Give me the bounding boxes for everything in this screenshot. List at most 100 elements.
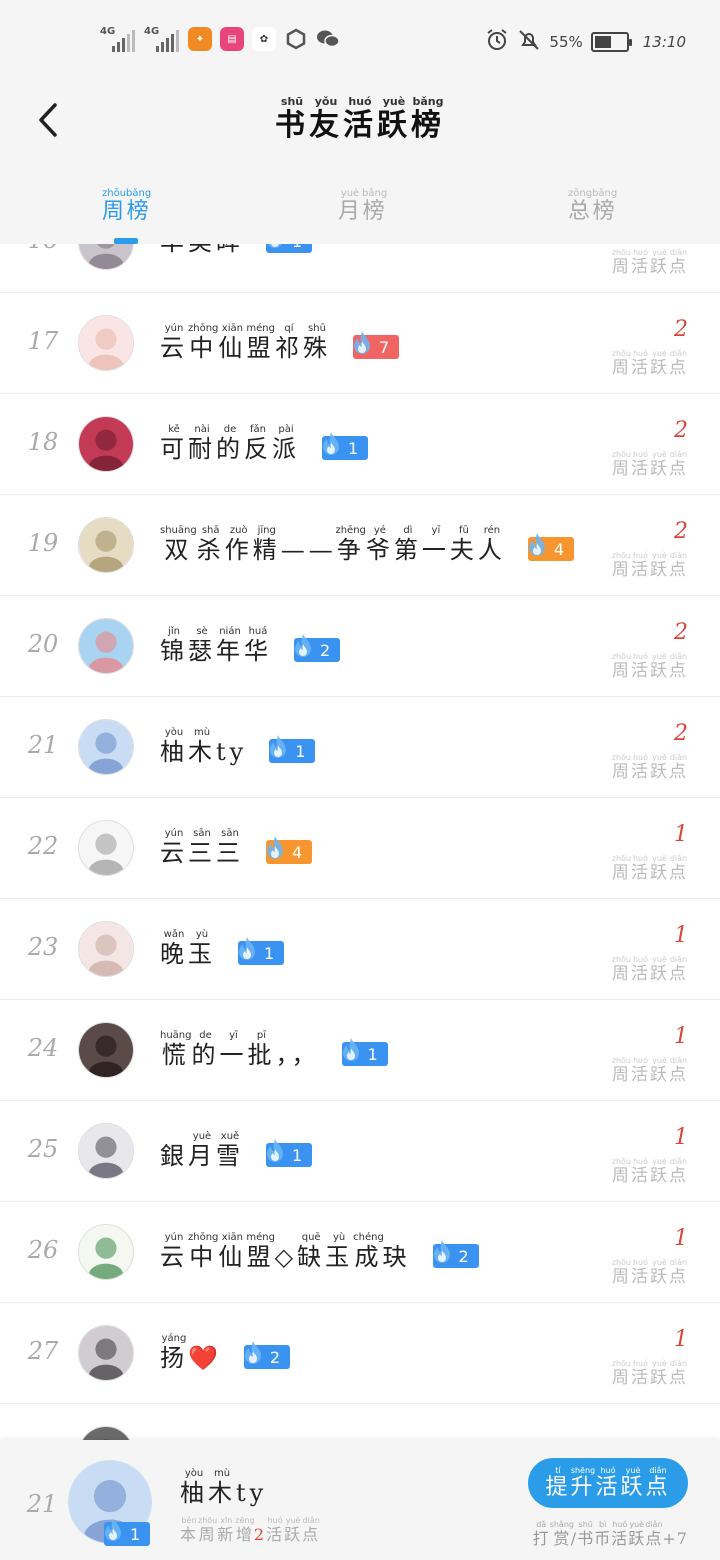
avatar[interactable] [78, 618, 134, 674]
user-name[interactable]: 云yún三sān三sān [160, 828, 244, 868]
list-item[interactable]: 20 锦jǐn瑟sè年nián华huá 2 2 周zhōu活huó跃yuè点diǎn [0, 596, 720, 697]
points-value: 1 [674, 822, 688, 847]
points-value: 1 [674, 1024, 688, 1049]
char: ， [275, 1041, 292, 1069]
char: 可kě [160, 424, 188, 463]
char: 夫fū [449, 525, 478, 564]
char: 盟méng [246, 323, 275, 362]
char: 书shū [577, 1520, 595, 1548]
char: 作zuò [224, 525, 253, 564]
user-info: 云yún中zhōng仙xiān盟méng◇缺quē玉yù成chéng玦 2 [160, 1232, 479, 1272]
user-name[interactable]: 云yún中zhōng仙xiān盟méng祁qí殊shū [160, 323, 331, 363]
list-item[interactable]: 25 銀月yuè雪xuě 1 1 周zhōu活huó跃yuè点diǎn [0, 1101, 720, 1202]
avatar[interactable] [78, 1224, 134, 1280]
rank-number: 23 [27, 933, 59, 961]
list-item[interactable]: 27 扬yáng❤️ 2 1 周zhōu活huó跃yuè点diǎn [0, 1303, 720, 1404]
tab-total[interactable]: 总zǒng榜bǎng [568, 188, 617, 225]
points-value: 2 [674, 519, 688, 544]
list-item[interactable]: 17 云yún中zhōng仙xiān盟méng祁qí殊shū 7 2 周zhōu活huó… [0, 293, 720, 394]
avatar[interactable] [78, 244, 134, 270]
char: 点diǎn [668, 652, 688, 681]
list-item[interactable]: 19 双shuāng杀shā作zuò精jīng——争zhēng爷yé第dì一yī夫… [0, 495, 720, 596]
points-label: 周zhōu活huó跃yuè点diǎn [612, 1258, 688, 1287]
char: ty [236, 1479, 268, 1507]
list-item[interactable]: 28 [0, 1404, 720, 1440]
avatar[interactable] [78, 820, 134, 876]
char: 点diǎn [668, 450, 688, 479]
char: 的de [216, 424, 244, 463]
avatar-image [79, 1225, 133, 1279]
avatar[interactable] [78, 719, 134, 775]
list-item[interactable]: 21 柚yòu木mùty 1 2 周zhōu活huó跃yuè点diǎn [0, 697, 720, 798]
user-name[interactable]: 柚yòu木mùty [160, 727, 247, 767]
char: 点diǎn [668, 955, 688, 984]
char: 跃yuè [649, 349, 669, 378]
user-name[interactable]: 云yún中zhōng仙xiān盟méng◇缺quē玉yù成chéng玦 [160, 1232, 411, 1272]
char: 跃yuè [628, 1520, 646, 1548]
flame-icon [323, 432, 339, 455]
rank-number: 21 [27, 731, 59, 759]
char: 跃yuè [649, 854, 669, 883]
char: 玦 [382, 1243, 411, 1271]
char: 月yuè [338, 188, 363, 224]
char: 三sān [216, 828, 244, 867]
char: 周zhōu [198, 1516, 218, 1544]
char: 活huó [611, 1520, 629, 1548]
list-item[interactable]: 16 华美眸 1 周zhōu活huó跃yuè点diǎn [0, 244, 720, 293]
user-name[interactable]: 扬yáng❤️ [160, 1333, 222, 1373]
list-item[interactable]: 22 云yún三sān三sān 4 1 周zhōu活huó跃yuè点diǎn [0, 798, 720, 899]
avatar-image [79, 922, 133, 976]
avatar[interactable] [78, 517, 134, 573]
char: 晚wǎn [160, 929, 188, 968]
level-value: 2 [269, 1347, 281, 1367]
user-name[interactable]: 慌huāng的de一yī批pī，， [160, 1030, 320, 1070]
char: ， [291, 1041, 320, 1069]
list-item[interactable]: 24 慌huāng的de一yī批pī，， 1 1 周zhōu活huó跃yuè点diǎn [0, 1000, 720, 1101]
points-label: 周zhōu活huó跃yuè点diǎn [612, 349, 688, 378]
user-name[interactable]: 晚wǎn玉yù [160, 929, 216, 969]
points-label: 周zhōu活huó跃yuè点diǎn [612, 1359, 688, 1388]
avatar[interactable] [78, 1325, 134, 1381]
char: 扬yáng [160, 1333, 188, 1372]
ranking-list[interactable]: 16华美眸1周zhōu活huó跃yuè点diǎn 17 云yún中zhōng仙xiā… [0, 244, 720, 1440]
char: 榜bǎng [126, 188, 152, 224]
flame-icon [268, 244, 282, 248]
list-item[interactable]: 23 晚wǎn玉yù 1 1 周zhōu活huó跃yuè点diǎn [0, 899, 720, 1000]
new-points-value: 2 [253, 1525, 267, 1544]
char: 周zhōu [611, 1056, 631, 1085]
user-name[interactable]: 可kě耐nài的de反fǎn派pài [160, 424, 300, 464]
char: 玉yù [325, 1232, 354, 1271]
avatar[interactable] [78, 921, 134, 977]
char: 跃yuè [649, 652, 669, 681]
avatar[interactable] [78, 416, 134, 472]
char: 点diǎn [668, 753, 688, 782]
user-name[interactable]: 銀月yuè雪xuě [160, 1131, 244, 1171]
avatar[interactable] [78, 315, 134, 371]
rank-number: 22 [27, 832, 59, 860]
points-label: 周zhōu活huó跃yuè点diǎn [612, 1056, 688, 1085]
char: 周zhōu [611, 955, 631, 984]
tab-weekly[interactable]: 周zhōu榜bǎng [102, 188, 151, 225]
char: 锦jǐn [160, 626, 188, 665]
char: 活huó [343, 95, 377, 143]
avatar[interactable] [78, 1123, 134, 1179]
list-item[interactable]: 18 可kě耐nài的de反fǎn派pài 1 2 周zhōu活huó跃yuè点diǎn [0, 394, 720, 495]
tab-monthly[interactable]: 月yuè榜bǎng [338, 188, 387, 225]
user-name[interactable]: 锦jǐn瑟sè年nián华huá [160, 626, 272, 666]
char: 活huó [630, 349, 650, 378]
char: — [280, 536, 309, 564]
rank-number: 17 [27, 327, 59, 355]
rank-number: 20 [27, 630, 59, 658]
avatar[interactable] [78, 1426, 134, 1440]
boost-activity-button[interactable]: 提tí 升shēng 活huó 跃yuè 点diǎn [528, 1458, 688, 1508]
avatar[interactable] [78, 1022, 134, 1078]
signal-2-icon: 4G [144, 26, 180, 52]
reward-tip: 打dǎ赏shǎng/书shū币bì活huó跃yuè点diǎn+7 [533, 1520, 688, 1549]
char: 反fǎn [244, 424, 272, 463]
level-value: 4 [553, 539, 565, 559]
user-name[interactable]: 华美眸 [160, 244, 244, 257]
char: 杀shā [196, 525, 225, 564]
list-item[interactable]: 26 云yún中zhōng仙xiān盟méng◇缺quē玉yù成chéng玦 2 1 周… [0, 1202, 720, 1303]
user-name[interactable]: 双shuāng杀shā作zuò精jīng——争zhēng爷yé第dì一yī夫fū… [160, 525, 506, 565]
char: 跃yuè [649, 551, 669, 580]
